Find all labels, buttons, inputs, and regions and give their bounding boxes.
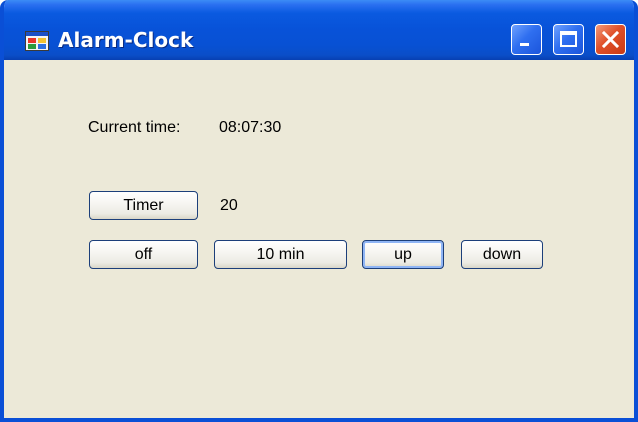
minimize-icon — [520, 43, 529, 46]
timer-button[interactable]: Timer — [89, 191, 198, 220]
current-time-value: 08:07:30 — [219, 119, 282, 136]
alarm-clock-window: Alarm-Clock Current time: 08:07:30 Timer… — [0, 0, 638, 422]
down-button[interactable]: down — [461, 240, 543, 269]
window-app-icon[interactable] — [25, 31, 49, 51]
close-button[interactable] — [595, 24, 626, 55]
maximize-button[interactable] — [553, 24, 584, 55]
client-area: Current time: 08:07:30 Timer 20 off 10 m… — [14, 60, 634, 418]
window-title: Alarm-Clock — [58, 28, 194, 52]
current-time-label: Current time: — [88, 119, 181, 136]
off-button[interactable]: off — [89, 240, 198, 269]
minimize-button[interactable] — [511, 24, 542, 55]
timer-value: 20 — [220, 197, 238, 214]
ten-min-button[interactable]: 10 min — [214, 240, 347, 269]
up-button[interactable]: up — [362, 240, 444, 269]
title-bar[interactable]: Alarm-Clock — [4, 0, 634, 60]
maximize-icon — [560, 31, 577, 47]
close-icon — [601, 30, 620, 49]
